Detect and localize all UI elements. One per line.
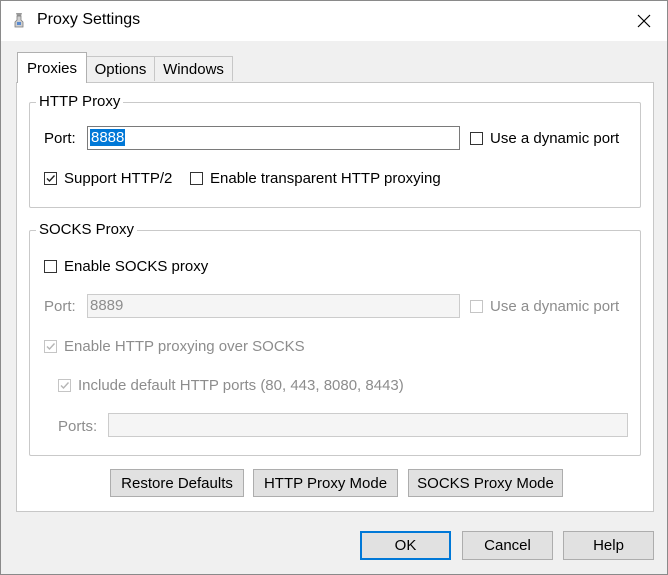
socks-ports-field[interactable] <box>108 413 628 437</box>
enable-socks-label: Enable SOCKS proxy <box>64 258 209 275</box>
transparent-proxying-checkbox[interactable] <box>190 172 203 185</box>
restore-defaults-button[interactable]: Restore Defaults <box>110 469 244 497</box>
checkmark-icon <box>46 343 56 351</box>
http-port-value: 8888 <box>90 129 126 146</box>
socks-proxy-mode-label: SOCKS Proxy Mode <box>417 474 554 492</box>
ok-button[interactable]: OK <box>360 531 451 560</box>
socks-port-label: Port: <box>44 298 76 315</box>
tab-windows[interactable]: Windows <box>154 56 233 81</box>
proxy-settings-window: Proxy Settings Proxies Options Windows H… <box>0 0 668 575</box>
proxies-tab-panel: HTTP Proxy Port: 8888 Use a dynamic port… <box>16 82 654 512</box>
http-over-socks-checkbox[interactable] <box>44 340 57 353</box>
cancel-button-label: Cancel <box>484 537 531 554</box>
tab-windows-label: Windows <box>163 60 224 78</box>
restore-defaults-label: Restore Defaults <box>121 474 233 492</box>
socks-proxy-mode-button[interactable]: SOCKS Proxy Mode <box>408 469 563 497</box>
socks-port-field[interactable]: 8889 <box>87 294 460 318</box>
help-button[interactable]: Help <box>563 531 654 560</box>
include-default-ports-checkbox[interactable] <box>58 379 71 392</box>
http-over-socks-label: Enable HTTP proxying over SOCKS <box>64 338 305 355</box>
socks-proxy-group-label: SOCKS Proxy <box>36 221 138 238</box>
cancel-button[interactable]: Cancel <box>462 531 553 560</box>
title-bar[interactable]: Proxy Settings <box>1 1 667 41</box>
socks-ports-label: Ports: <box>58 418 98 435</box>
support-http2-label: Support HTTP/2 <box>64 170 173 187</box>
socks-dynamic-port-label: Use a dynamic port <box>490 298 620 315</box>
socks-port-value: 8889 <box>90 297 124 314</box>
transparent-proxying-label: Enable transparent HTTP proxying <box>210 170 441 187</box>
http-dynamic-port-checkbox[interactable] <box>470 132 483 145</box>
tab-proxies[interactable]: Proxies <box>17 52 87 83</box>
http-port-label: Port: <box>44 130 76 147</box>
close-icon <box>637 14 651 28</box>
enable-socks-checkbox[interactable] <box>44 260 57 273</box>
app-icon <box>14 13 24 28</box>
tab-proxies-label: Proxies <box>26 59 78 77</box>
close-button[interactable] <box>621 1 667 41</box>
http-proxy-group-label: HTTP Proxy <box>36 93 124 110</box>
tab-options[interactable]: Options <box>85 56 156 81</box>
checkmark-icon <box>46 175 56 183</box>
ok-button-label: OK <box>394 537 417 554</box>
http-proxy-mode-button[interactable]: HTTP Proxy Mode <box>253 469 398 497</box>
include-default-ports-label: Include default HTTP ports (80, 443, 808… <box>78 377 404 394</box>
http-proxy-mode-label: HTTP Proxy Mode <box>263 474 388 492</box>
window-title: Proxy Settings <box>37 11 141 28</box>
http-port-field[interactable]: 8888 <box>87 126 460 150</box>
socks-dynamic-port-checkbox[interactable] <box>470 300 483 313</box>
checkmark-icon <box>60 382 70 390</box>
http-proxy-group: HTTP Proxy <box>29 93 641 208</box>
help-button-label: Help <box>593 537 624 554</box>
tab-options-label: Options <box>94 60 147 78</box>
http-dynamic-port-label: Use a dynamic port <box>490 130 620 147</box>
support-http2-checkbox[interactable] <box>44 172 57 185</box>
